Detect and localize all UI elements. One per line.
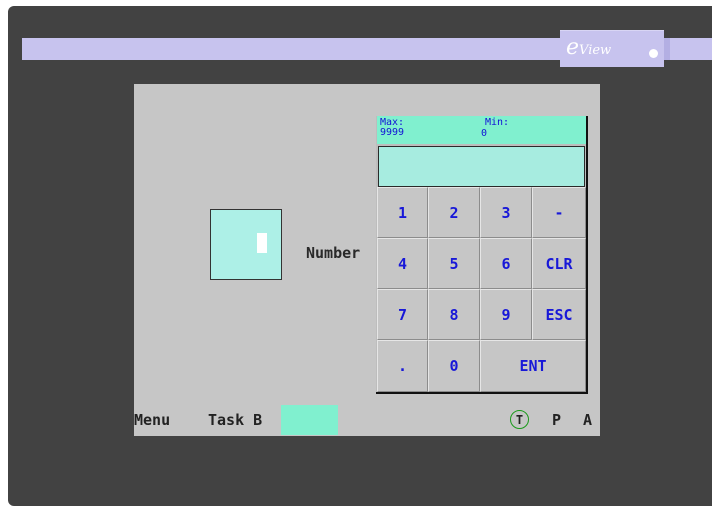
key-minus[interactable]: - xyxy=(532,187,586,238)
logo-text: View xyxy=(579,43,612,58)
key-0[interactable]: 0 xyxy=(428,340,480,392)
number-value-box[interactable] xyxy=(210,209,282,280)
eview-logo: eView xyxy=(566,33,611,63)
text-cursor xyxy=(257,233,267,253)
key-esc[interactable]: ESC xyxy=(532,289,586,340)
key-2[interactable]: 2 xyxy=(428,187,480,238)
key-3[interactable]: 3 xyxy=(480,187,532,238)
key-9[interactable]: 9 xyxy=(480,289,532,340)
key-1[interactable]: 1 xyxy=(377,187,428,238)
power-indicator-icon xyxy=(649,49,658,58)
task-label: Task B xyxy=(208,411,263,429)
min-value: 0 xyxy=(481,128,488,139)
p-indicator: P xyxy=(552,411,562,429)
number-label: Number xyxy=(306,244,361,262)
key-6[interactable]: 6 xyxy=(480,238,532,289)
menu-label[interactable]: Menu xyxy=(134,411,170,429)
key-7[interactable]: 7 xyxy=(377,289,428,340)
key-8[interactable]: 8 xyxy=(428,289,480,340)
keypad-entry-field[interactable] xyxy=(378,146,585,187)
t-badge-icon: T xyxy=(510,410,529,429)
min-label: Min: xyxy=(485,117,510,128)
key-clr[interactable]: CLR xyxy=(532,238,586,289)
logo-mark: e xyxy=(566,35,580,60)
task-status-field xyxy=(281,405,338,435)
brand-divider xyxy=(664,38,670,60)
max-value: 9999 xyxy=(380,127,405,138)
key-dot[interactable]: . xyxy=(377,340,428,392)
key-4[interactable]: 4 xyxy=(377,238,428,289)
key-5[interactable]: 5 xyxy=(428,238,480,289)
a-indicator: A xyxy=(583,411,593,429)
range-header: Max: 9999 Min: 0 xyxy=(377,116,586,144)
key-ent[interactable]: ENT xyxy=(480,340,586,392)
